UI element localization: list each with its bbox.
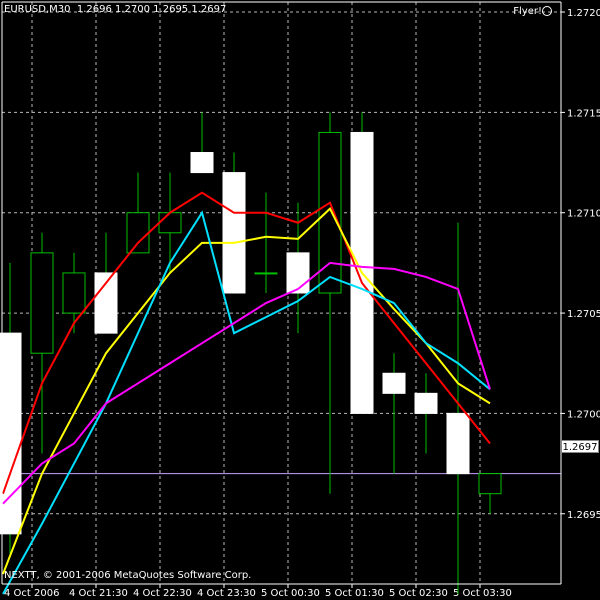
- candle-body: [126, 212, 150, 254]
- symbol-name: EURUSD,M30: [4, 4, 71, 15]
- x-tick-label: 5 Oct 02:30: [389, 588, 448, 599]
- candle-body: [30, 252, 54, 354]
- y-tick-label: 1.2705: [567, 309, 600, 320]
- price-chart[interactable]: 1.2720 1.2715 1.2710 1.2705 1.2700 1.2695 4 Oc…: [0, 0, 600, 600]
- x-tick-label: 4 Oct 2006: [4, 588, 59, 599]
- x-tick-label: 5 Oct 01:30: [325, 588, 384, 599]
- y-tick-label: 1.2710: [567, 209, 600, 220]
- candle-body: [478, 473, 502, 495]
- candle-body: [62, 272, 86, 314]
- y-tick-label: 1.2700: [567, 409, 600, 420]
- y-tick-label: 1.2715: [567, 108, 600, 119]
- candle-body: [446, 412, 470, 475]
- y-tick-label: 1.2720: [567, 8, 600, 19]
- flyer-label[interactable]: Flyer!: [513, 6, 542, 18]
- ohlc-values: 1.2696 1.2700 1.2695 1.2697: [76, 4, 227, 15]
- cycle-icon[interactable]: [542, 6, 552, 16]
- x-tick-label: 4 Oct 22:30: [133, 588, 192, 599]
- x-tick-label: 4 Oct 23:30: [197, 588, 256, 599]
- symbol-info: EURUSD,M30 1.2696 1.2700 1.2695 1.2697: [4, 4, 226, 16]
- current-price-label: 1.2697: [561, 440, 599, 453]
- copyright-text: NEXTT, © 2001-2006 MetaQuotes Software C…: [4, 570, 252, 581]
- moving-average-line: [2, 207, 491, 575]
- candle-body: [382, 372, 406, 394]
- candle-body: [222, 172, 246, 294]
- candle-body: [254, 272, 278, 275]
- moving-average-line: [2, 191, 491, 495]
- candle-body: [414, 392, 438, 414]
- x-tick-label: 5 Oct 00:30: [261, 588, 320, 599]
- x-tick-label: 5 Oct 03:30: [453, 588, 512, 599]
- candle-body: [190, 152, 214, 174]
- candle-body: [286, 252, 310, 294]
- candle-body: [158, 212, 182, 234]
- x-tick-label: 4 Oct 21:30: [69, 588, 128, 599]
- y-tick-label: 1.2695: [567, 510, 600, 521]
